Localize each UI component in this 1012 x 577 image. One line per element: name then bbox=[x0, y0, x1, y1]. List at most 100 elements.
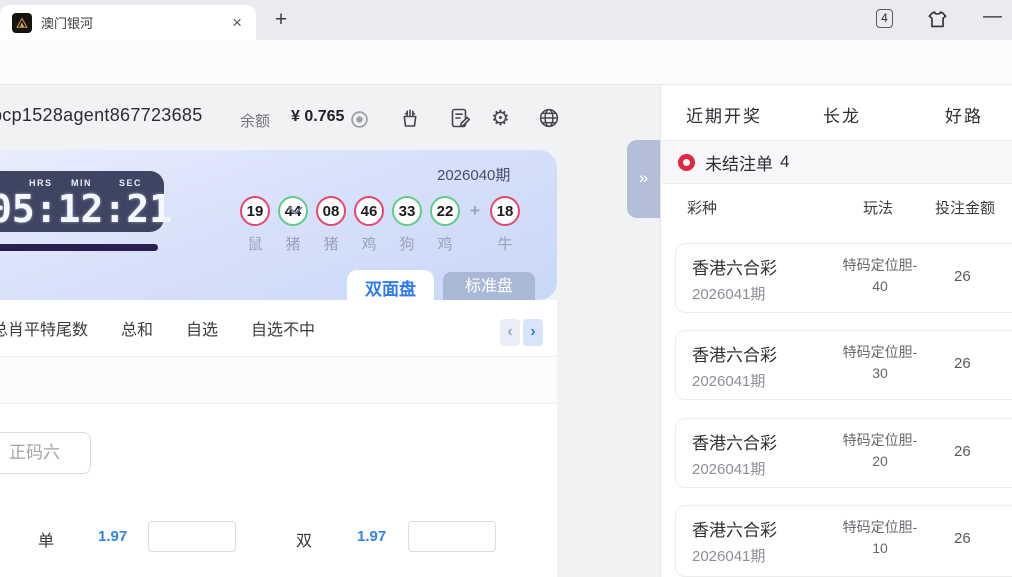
order-lottery: 香港六合彩 bbox=[692, 254, 777, 279]
order-play-type: 特码定位胆- bbox=[843, 344, 918, 360]
bet-amount-input-even[interactable] bbox=[408, 521, 496, 552]
order-card[interactable]: 香港六合彩 2026041期 特码定位胆-10 26 bbox=[675, 505, 1012, 577]
order-amount: 26 bbox=[954, 355, 971, 372]
order-play-number: 10 bbox=[872, 540, 888, 556]
order-amount: 26 bbox=[954, 443, 971, 460]
nav-item-zongxiao-pingtewei[interactable]: 总肖平特尾数 bbox=[0, 316, 88, 340]
ball-number: 46 bbox=[354, 196, 384, 226]
order-play: 特码定位胆- 20 bbox=[826, 430, 934, 472]
ball-number: 18 bbox=[490, 196, 520, 226]
site-favicon-icon bbox=[12, 13, 32, 33]
order-play: 特码定位胆- 30 bbox=[826, 342, 934, 384]
ball-zodiac: 鼠 bbox=[240, 233, 270, 254]
draw-ball: 22 鸡 bbox=[430, 196, 460, 254]
order-amount: 26 bbox=[954, 530, 971, 547]
record-dot-icon bbox=[678, 154, 695, 171]
ball-zodiac: 猪 bbox=[278, 233, 308, 254]
countdown-timer: HRS MIN SEC 05:12:21 bbox=[0, 171, 164, 232]
current-issue: 2026040期 bbox=[437, 164, 510, 185]
side-panel-tabs: 近期开奖 长龙 好路 bbox=[661, 85, 1012, 141]
tab-close-icon[interactable]: × bbox=[228, 13, 246, 33]
ball-zodiac: 鸡 bbox=[430, 233, 460, 254]
balance-label: 余额 bbox=[240, 110, 270, 131]
draw-ball: 19 鼠 bbox=[240, 196, 270, 254]
draw-ball: 44 猪 bbox=[278, 196, 308, 254]
bet-group-button[interactable]: 正码六 bbox=[0, 432, 91, 474]
betting-area: 总肖平特尾数 总和 自选 自选不中 ‹ › 正码六 单 1.97 双 1.97 bbox=[0, 300, 557, 577]
timer-value: 05:12:21 bbox=[0, 187, 172, 231]
order-play-number: 30 bbox=[872, 365, 888, 381]
ball-zodiac: 鸡 bbox=[354, 233, 384, 254]
column-play: 玩法 bbox=[863, 197, 893, 218]
tab-standard-board[interactable]: 标准盘 bbox=[443, 272, 535, 300]
ball-zodiac: 牛 bbox=[490, 233, 520, 254]
balance-visibility-icon[interactable] bbox=[350, 110, 369, 129]
order-issue: 2026041期 bbox=[692, 370, 765, 391]
draw-ball: 08 猪 bbox=[316, 196, 346, 254]
wardrobe-icon[interactable] bbox=[926, 8, 949, 31]
tab-long-dragon[interactable]: 长龙 bbox=[823, 102, 861, 127]
bet-option-odd-label[interactable]: 单 bbox=[38, 527, 54, 551]
order-play-type: 特码定位胆- bbox=[843, 432, 918, 448]
order-play-type: 特码定位胆- bbox=[843, 519, 918, 535]
new-tab-button[interactable]: + bbox=[268, 7, 294, 33]
order-lottery: 香港六合彩 bbox=[692, 341, 777, 366]
balance-value: ¥ 0.765 bbox=[291, 108, 344, 126]
nav-item-zixuan-buzhong[interactable]: 自选不中 bbox=[251, 316, 315, 340]
nav-scroll-right-button[interactable]: › bbox=[523, 319, 543, 346]
draw-ball: 33 狗 bbox=[392, 196, 422, 254]
order-card[interactable]: 香港六合彩 2026041期 特码定位胆- 20 26 bbox=[675, 418, 1012, 488]
order-play-type: 特码定位胆- bbox=[843, 257, 918, 273]
plus-separator: + bbox=[468, 196, 482, 226]
nav-scroll-left-button[interactable]: ‹ bbox=[500, 319, 520, 346]
column-amount: 投注金额 bbox=[935, 197, 995, 218]
unsettled-count: 4 bbox=[780, 152, 789, 172]
draw-banner: HRS MIN SEC 05:12:21 2026040期 19 鼠 44 猪 … bbox=[0, 150, 557, 300]
order-amount: 26 bbox=[954, 268, 971, 285]
language-globe-icon[interactable] bbox=[537, 106, 561, 130]
unsettled-orders-bar[interactable]: 未结注单 4 bbox=[661, 141, 1012, 184]
column-lottery: 彩种 bbox=[687, 197, 717, 218]
minimize-button[interactable]: — bbox=[983, 6, 1002, 28]
order-issue: 2026041期 bbox=[692, 545, 765, 566]
order-play-number: 20 bbox=[872, 453, 888, 469]
ball-number: 08 bbox=[316, 196, 346, 226]
ball-zodiac: 猪 bbox=[316, 233, 346, 254]
ball-number: 33 bbox=[392, 196, 422, 226]
order-card[interactable]: 香港六合彩 2026041期 特码定位胆-40 26 bbox=[675, 243, 1012, 313]
bet-option-even-label[interactable]: 双 bbox=[296, 527, 312, 551]
browser-window: 澳门银河 × + 4 — ▾ bcp1528agent867723685 余额 … bbox=[0, 0, 1012, 577]
tab-recent-draws[interactable]: 近期开奖 bbox=[686, 102, 762, 127]
bet-option-even-odds[interactable]: 1.97 bbox=[357, 528, 386, 545]
settings-gear-icon[interactable]: ⚙ bbox=[491, 106, 510, 130]
orders-table-header: 彩种 玩法 投注金额 bbox=[661, 184, 1012, 228]
tab-count-badge[interactable]: 4 bbox=[876, 9, 893, 28]
account-username: bcp1528agent867723685 bbox=[0, 105, 203, 126]
chips-icon[interactable] bbox=[398, 106, 422, 130]
tab-good-road[interactable]: 好路 bbox=[945, 102, 983, 127]
side-panel: 近期开奖 长龙 好路 未结注单 4 彩种 玩法 投注金额 香港六合彩 20260… bbox=[660, 85, 1012, 577]
play-type-nav: 总肖平特尾数 总和 自选 自选不中 bbox=[0, 300, 557, 357]
order-play: 特码定位胆- 10 bbox=[826, 517, 934, 559]
filter-band bbox=[0, 358, 557, 404]
nav-item-zonghe[interactable]: 总和 bbox=[121, 316, 153, 340]
tab-title: 澳门银河 bbox=[41, 13, 228, 32]
ball-zodiac: 狗 bbox=[392, 233, 422, 254]
report-edit-icon[interactable] bbox=[448, 106, 472, 130]
bet-amount-input-odd[interactable] bbox=[148, 521, 236, 552]
order-lottery: 香港六合彩 bbox=[692, 429, 777, 454]
panel-collapse-handle[interactable]: » bbox=[627, 140, 660, 218]
chevron-down-icon[interactable] bbox=[288, 206, 303, 216]
browser-toolbar: ▾ bbox=[0, 40, 1012, 85]
nav-scroll-buttons: ‹ › bbox=[500, 319, 543, 346]
order-issue: 2026041期 bbox=[692, 458, 765, 479]
order-card[interactable]: 香港六合彩 2026041期 特码定位胆- 30 26 bbox=[675, 330, 1012, 400]
ball-number: 19 bbox=[240, 196, 270, 226]
draw-ball-special: 18 牛 bbox=[490, 196, 520, 254]
order-play: 特码定位胆-40 bbox=[826, 255, 934, 297]
nav-item-zixuan[interactable]: 自选 bbox=[186, 316, 218, 340]
timer-progress-bar bbox=[0, 244, 158, 251]
browser-tab[interactable]: 澳门银河 × bbox=[0, 5, 256, 40]
order-issue: 2026041期 bbox=[692, 283, 765, 304]
bet-option-odd-odds[interactable]: 1.97 bbox=[98, 528, 127, 545]
